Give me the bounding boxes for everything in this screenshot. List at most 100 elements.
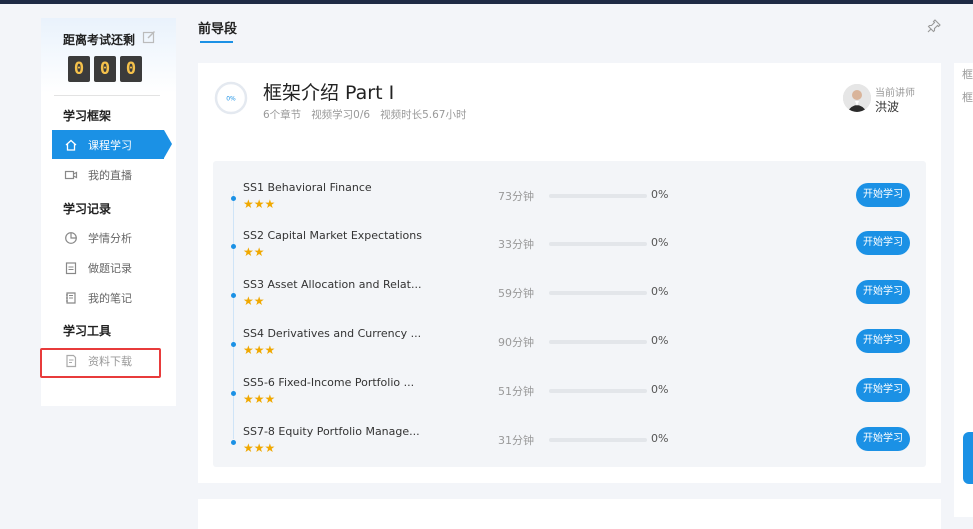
star-icon: ★ (264, 343, 276, 357)
chapter-duration: 73分钟 (498, 190, 534, 203)
star-icon: ★ (253, 245, 265, 259)
star-icon: ★ (243, 294, 254, 308)
timeline-dot (231, 244, 236, 249)
teacher-name: 洪波 (875, 100, 900, 114)
chapter-title[interactable]: SS1 Behavioral Finance (243, 181, 372, 194)
highlight-box (40, 348, 161, 378)
tab-underline (200, 41, 233, 43)
chapter-title[interactable]: SS2 Capital Market Expectations (243, 229, 422, 242)
course-title: 框架介绍 Part I (263, 82, 395, 104)
chapter-title[interactable]: SS5-6 Fixed-Income Portfolio ... (243, 376, 414, 389)
teacher-label: 当前讲师 (875, 88, 915, 99)
chapter-progress-bar (549, 242, 647, 246)
star-icon: ★ (243, 392, 254, 406)
chapter-row[interactable]: SS4 Derivatives and Currency ... ★★★ 90分钟 0… (213, 317, 926, 366)
chapter-duration: 33分钟 (498, 238, 534, 251)
chapter-progress-bar (549, 438, 647, 442)
divider (54, 95, 160, 96)
chapter-title[interactable]: SS3 Asset Allocation and Relat... (243, 278, 421, 291)
course-progress-ring: 0% (214, 81, 248, 115)
star-icon: ★ (243, 197, 254, 211)
start-study-button[interactable]: 开始学习 (856, 280, 910, 304)
sidebar-item-course-study[interactable]: 课程学习 (52, 130, 172, 159)
sidebar-item-learning-analysis[interactable]: 学情分析 (52, 223, 164, 252)
chapter-progress-percent: 0% (651, 383, 669, 396)
star-icon: ★ (253, 294, 265, 308)
countdown-digit: 0 (68, 56, 90, 82)
home-icon (65, 139, 77, 151)
chapter-progress-bar (549, 291, 647, 295)
right-panel-item[interactable]: 框 (962, 89, 973, 105)
star-icon: ★ (243, 245, 254, 259)
chapter-duration: 59分钟 (498, 287, 534, 300)
chapter-row[interactable]: SS5-6 Fixed-Income Portfolio ... ★★★ 51分钟 0… (213, 366, 926, 415)
chapter-progress-percent: 0% (651, 334, 669, 347)
sidebar-item-my-live[interactable]: 我的直播 (52, 160, 164, 189)
teacher-avatar-icon (843, 84, 871, 112)
chapter-progress-bar (549, 340, 647, 344)
difficulty-stars: ★★★ (243, 441, 275, 455)
timeline-dot (231, 342, 236, 347)
chapter-title[interactable]: SS7-8 Equity Portfolio Manage... (243, 425, 420, 438)
sidebar-item-label: 我的直播 (88, 168, 132, 182)
start-study-button[interactable]: 开始学习 (856, 183, 910, 207)
section-title-records: 学习记录 (63, 202, 112, 216)
start-study-button[interactable]: 开始学习 (856, 231, 910, 255)
chapter-progress-bar (549, 194, 647, 198)
timeline-dot (231, 440, 236, 445)
course-video-duration: 视频时长5.67小时 (380, 109, 467, 121)
chapter-row[interactable]: SS7-8 Equity Portfolio Manage... ★★★ 31分钟 0… (213, 415, 926, 464)
timeline-dot (231, 196, 236, 201)
avatar (843, 84, 871, 112)
difficulty-stars: ★★ (243, 294, 265, 308)
course-meta: 6个章节 视频学习0/6 视频时长5.67小时 (263, 107, 466, 122)
start-study-button[interactable]: 开始学习 (856, 329, 910, 353)
right-panel-item[interactable]: 框 (962, 66, 973, 82)
difficulty-stars: ★★★ (243, 197, 275, 211)
difficulty-stars: ★★ (243, 245, 265, 259)
chapter-duration: 31分钟 (498, 434, 534, 447)
pin-icon[interactable] (926, 18, 942, 34)
course-card: 0% 框架介绍 Part I 6个章节 视频学习0/6 视频时长5.67小时 当… (198, 63, 941, 483)
star-icon: ★ (253, 392, 265, 406)
countdown-digit: 0 (94, 56, 116, 82)
sidebar-item-label: 学情分析 (88, 231, 132, 245)
start-study-button[interactable]: 开始学习 (856, 378, 910, 402)
sidebar-item-label: 做题记录 (88, 261, 132, 275)
sidebar-item-label: 课程学习 (88, 138, 132, 152)
star-icon: ★ (264, 392, 276, 406)
timeline-dot (231, 293, 236, 298)
course-video-progress: 视频学习0/6 (311, 109, 371, 121)
countdown-digit: 0 (120, 56, 142, 82)
countdown-title: 距离考试还剩 (63, 33, 136, 47)
star-icon: ★ (253, 441, 265, 455)
chapter-row[interactable]: SS2 Capital Market Expectations ★★ 33分钟 0% 开… (213, 219, 926, 268)
next-course-card (198, 499, 941, 529)
course-progress-label: 0% (226, 96, 236, 103)
timeline-dot (231, 391, 236, 396)
section-title-framework: 学习框架 (63, 109, 112, 123)
edit-icon[interactable] (142, 30, 156, 44)
chapter-progress-percent: 0% (651, 188, 669, 201)
chapter-title[interactable]: SS4 Derivatives and Currency ... (243, 327, 421, 340)
star-icon: ★ (243, 441, 254, 455)
floating-side-button[interactable] (963, 432, 973, 484)
chapter-list: SS1 Behavioral Finance ★★★ 73分钟 0% 开始学习 SS2 C… (213, 161, 926, 467)
video-icon (64, 170, 78, 179)
clipboard-icon (65, 261, 77, 274)
chapter-row[interactable]: SS3 Asset Allocation and Relat... ★★ 59分钟 0… (213, 268, 926, 317)
difficulty-stars: ★★★ (243, 343, 275, 357)
start-study-button[interactable]: 开始学习 (856, 427, 910, 451)
sidebar-item-label: 我的笔记 (88, 291, 132, 305)
chapter-duration: 51分钟 (498, 385, 534, 398)
tab-pre-stage[interactable]: 前导段 (198, 18, 237, 37)
sidebar-item-exercise-records[interactable]: 做题记录 (52, 253, 164, 282)
star-icon: ★ (243, 343, 254, 357)
chapter-row[interactable]: SS1 Behavioral Finance ★★★ 73分钟 0% 开始学习 (213, 171, 926, 220)
difficulty-stars: ★★★ (243, 392, 275, 406)
chapter-progress-percent: 0% (651, 236, 669, 249)
sidebar-item-my-notes[interactable]: 我的笔记 (52, 283, 164, 312)
countdown-digits: 0 0 0 (68, 56, 142, 82)
notebook-icon (66, 291, 76, 304)
chapter-duration: 90分钟 (498, 336, 534, 349)
